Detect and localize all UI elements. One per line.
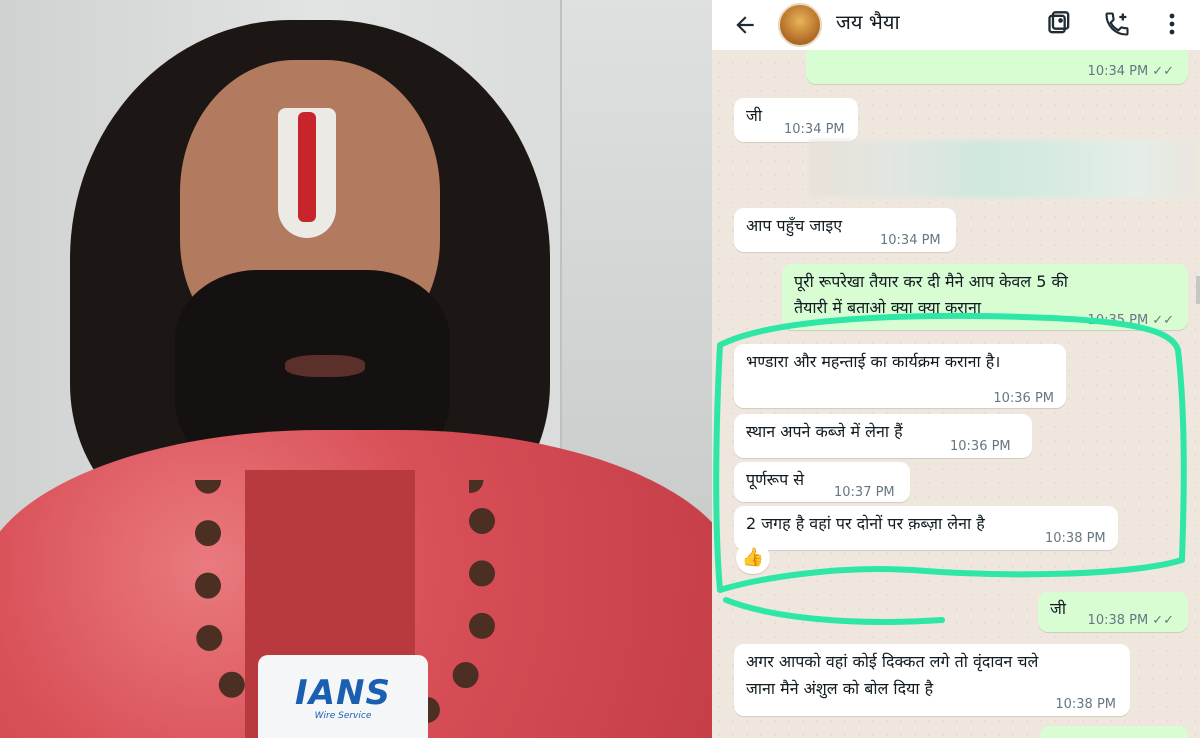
tilak-red-line	[298, 112, 316, 222]
message-time: 10:38 PM	[1045, 531, 1106, 546]
message-text: पूर्णरूप से	[746, 470, 805, 489]
message-time: 10:34 PM	[784, 122, 845, 137]
message-bubble-incoming[interactable]: अगर आपको वहां कोई दिक्कत लगे तो वृंदावन …	[734, 644, 1130, 716]
more-options-icon[interactable]	[1160, 9, 1184, 39]
contact-name[interactable]: जय भैया	[836, 8, 900, 35]
message-time: 10:35 PM	[1087, 313, 1149, 328]
message-time: 10:36 PM	[993, 391, 1054, 406]
chat-screen: जय भैया 10:34 PM ✓✓ जी 10:34 PM आप पहुँच …	[712, 0, 1200, 738]
message-bubble-incoming[interactable]: भण्डारा और महन्ताई का कार्यक्रम कराना है…	[734, 344, 1066, 408]
message-time: 10:36 PM	[950, 439, 1011, 454]
message-text-line2: तैयारी में बताओ क्या क्या कराना	[794, 298, 981, 317]
read-ticks-icon: ✓✓	[1152, 613, 1174, 628]
thumbs-up-icon: 👍	[741, 547, 765, 568]
message-text: आप पहुँच जाइए	[746, 216, 843, 235]
message-bubble-outgoing[interactable]: 10:34 PM ✓✓	[806, 44, 1188, 84]
scroll-indicator[interactable]	[1196, 276, 1200, 304]
mouth	[285, 355, 365, 377]
thumbs-up-reaction[interactable]: 👍	[736, 542, 770, 574]
message-bubble-outgoing[interactable]	[1040, 726, 1188, 738]
speaker-photo: IANS Wire Service	[0, 0, 712, 738]
message-bubble-incoming[interactable]: आप पहुँच जाइए 10:34 PM	[734, 208, 956, 252]
message-bubble-outgoing[interactable]: जी 10:38 PM ✓✓	[1038, 592, 1188, 632]
message-text: भण्डारा और महन्ताई का कार्यक्रम कराना है…	[746, 352, 1001, 371]
message-text: स्थान अपने कब्जे में लेना हैं	[746, 422, 903, 441]
message-bubble-outgoing[interactable]: पूरी रूपरेखा तैयार कर दी मैने आप केवल 5 …	[782, 264, 1188, 330]
add-call-icon[interactable]	[1102, 9, 1132, 39]
message-text: जी	[1050, 599, 1067, 618]
contact-avatar[interactable]	[778, 3, 822, 47]
message-time: 10:38 PM	[1087, 613, 1149, 628]
message-text-line1: अगर आपको वहां कोई दिक्कत लगे तो वृंदावन …	[746, 652, 1039, 671]
message-time: 10:34 PM	[880, 233, 941, 248]
ians-subtitle: Wire Service	[314, 710, 372, 721]
back-arrow-icon[interactable]	[730, 10, 760, 40]
message-time: 10:34 PM	[1087, 64, 1149, 79]
message-bubble-incoming[interactable]: पूर्णरूप से 10:37 PM	[734, 462, 910, 502]
message-time: 10:37 PM	[834, 485, 895, 500]
message-bubble-incoming[interactable]: स्थान अपने कब्जे में लेना हैं 10:36 PM	[734, 414, 1032, 458]
message-text-line1: पूरी रूपरेखा तैयार कर दी मैने आप केवल 5 …	[794, 272, 1068, 291]
ians-microphone: IANS Wire Service	[258, 655, 428, 738]
read-ticks-icon: ✓✓	[1152, 64, 1174, 79]
video-call-icon[interactable]	[1045, 9, 1075, 39]
message-text: 2 जगह है वहां पर दोनों पर क़ब्ज़ा लेना ह…	[746, 514, 985, 533]
message-time: 10:38 PM	[1055, 697, 1116, 712]
ians-logo: IANS	[295, 672, 391, 713]
message-text: जी	[746, 106, 763, 125]
message-bubble-incoming[interactable]: 2 जगह है वहां पर दोनों पर क़ब्ज़ा लेना ह…	[734, 506, 1118, 550]
message-bubble-incoming[interactable]: जी 10:34 PM	[734, 98, 858, 142]
chat-header: जय भैया	[712, 0, 1200, 50]
message-text-line2: जाना मैने अंशुल को बोल दिया है	[746, 679, 934, 698]
blurred-redaction	[809, 140, 1197, 198]
read-ticks-icon: ✓✓	[1152, 313, 1174, 328]
